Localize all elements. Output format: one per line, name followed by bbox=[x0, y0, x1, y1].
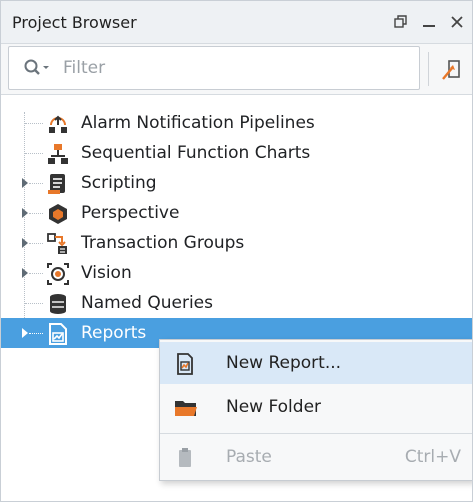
menu-item-label: Paste bbox=[226, 447, 272, 467]
tree-item-label: Named Queries bbox=[81, 293, 213, 313]
vision-icon bbox=[47, 263, 69, 285]
tree-connector bbox=[29, 243, 43, 244]
menu-item-label: New Folder bbox=[226, 397, 322, 417]
tree-item-label: Perspective bbox=[81, 203, 180, 223]
named-queries-icon bbox=[47, 293, 67, 314]
tree-item-perspective[interactable]: Perspective bbox=[1, 198, 472, 228]
tree-connector bbox=[29, 183, 43, 184]
tree-item-vision[interactable]: Vision bbox=[1, 258, 472, 288]
expand-arrow-icon[interactable] bbox=[22, 328, 28, 338]
tree-item-label: Transaction Groups bbox=[81, 233, 245, 253]
locate-icon[interactable] bbox=[441, 57, 463, 85]
filter-input[interactable] bbox=[61, 55, 405, 81]
expand-arrow-icon[interactable] bbox=[22, 178, 28, 188]
search-icon[interactable] bbox=[23, 58, 53, 82]
tree-item-named-queries[interactable]: Named Queries bbox=[1, 288, 472, 318]
tree-connector bbox=[25, 153, 43, 154]
close-icon[interactable] bbox=[450, 14, 464, 33]
menu-item-label: New Report... bbox=[226, 353, 342, 373]
tree-item-sequential-function-charts[interactable]: Sequential Function Charts bbox=[1, 138, 472, 168]
transaction-groups-icon bbox=[47, 233, 67, 254]
menu-item-new-report[interactable]: New Report... bbox=[160, 342, 472, 384]
perspective-icon bbox=[47, 203, 67, 224]
window-controls bbox=[394, 14, 464, 33]
tree-item-scripting[interactable]: Scripting bbox=[1, 168, 472, 198]
menu-item-shortcut: Ctrl+V bbox=[404, 447, 461, 467]
new-report-icon bbox=[174, 353, 196, 375]
sfc-icon bbox=[47, 143, 68, 164]
tree-item-label: Reports bbox=[81, 323, 147, 343]
expand-arrow-icon[interactable] bbox=[22, 268, 28, 278]
expand-arrow-icon[interactable] bbox=[22, 208, 28, 218]
tree-item-label: Vision bbox=[81, 263, 132, 283]
tree-item-alarm-notification-pipelines[interactable]: Alarm Notification Pipelines bbox=[1, 108, 472, 138]
menu-separator bbox=[160, 433, 472, 434]
expand-arrow-icon[interactable] bbox=[22, 238, 28, 248]
filter-separator bbox=[428, 52, 429, 86]
tree-item-label: Scripting bbox=[81, 173, 157, 193]
filter-box bbox=[8, 46, 420, 90]
folder-icon bbox=[174, 397, 197, 419]
menu-item-paste[interactable]: Paste Ctrl+V bbox=[160, 436, 472, 478]
alarm-pipeline-icon bbox=[47, 113, 67, 133]
tree-connector bbox=[25, 303, 43, 304]
paste-icon bbox=[174, 447, 196, 469]
tree-connector bbox=[29, 213, 43, 214]
scripting-icon bbox=[47, 173, 67, 194]
tree-connector bbox=[29, 333, 43, 334]
filter-row bbox=[1, 44, 472, 95]
project-browser-panel: Project Browser Filter Alarm Notificatio… bbox=[0, 0, 473, 502]
tree-connector bbox=[25, 123, 43, 124]
panel-titlebar: Project Browser bbox=[1, 1, 472, 44]
minimize-icon[interactable] bbox=[422, 14, 436, 33]
tree-item-transaction-groups[interactable]: Transaction Groups bbox=[1, 228, 472, 258]
restore-icon[interactable] bbox=[394, 14, 408, 33]
reports-icon bbox=[47, 323, 67, 345]
tree-item-label: Sequential Function Charts bbox=[81, 143, 311, 163]
panel-title: Project Browser bbox=[12, 13, 137, 32]
context-menu: New Report... New Folder Paste Ctrl+V bbox=[159, 339, 472, 481]
tree-connector bbox=[29, 273, 43, 274]
tree-item-label: Alarm Notification Pipelines bbox=[81, 113, 315, 133]
menu-item-new-folder[interactable]: New Folder bbox=[160, 386, 472, 428]
